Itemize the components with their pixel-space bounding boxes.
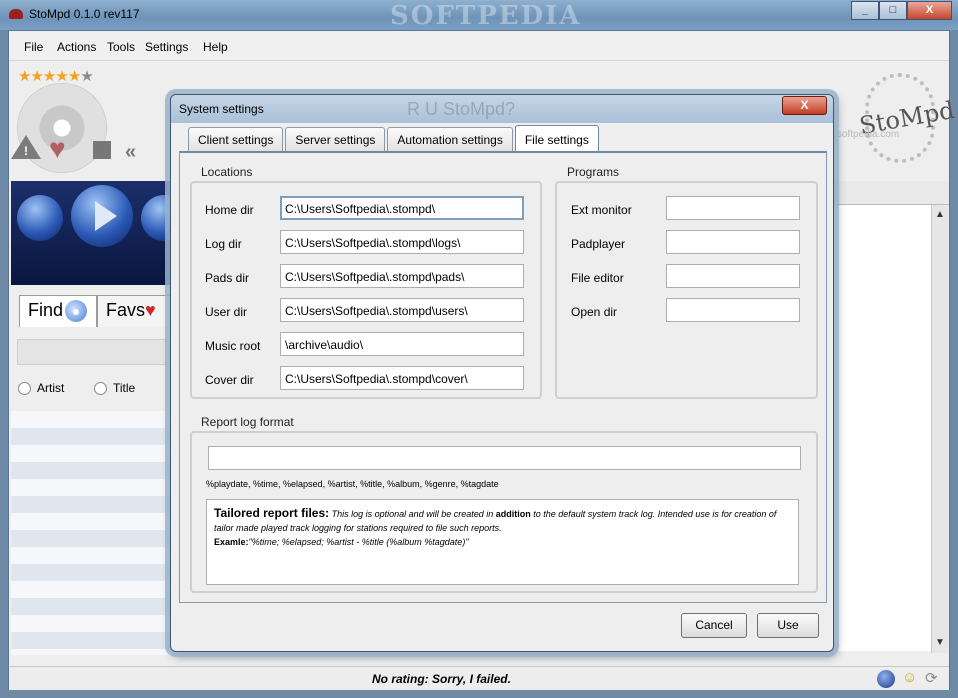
dialog-title: System settings (179, 102, 264, 116)
format-tokens: %playdate, %time, %elapsed, %artist, %ti… (206, 479, 499, 489)
scroll-down-icon[interactable]: ▼ (935, 637, 945, 648)
radio-artist[interactable]: Artist (18, 381, 64, 395)
warning-mark-icon: ! (24, 144, 28, 158)
file-editor-label: File editor (571, 271, 624, 285)
statusbar: No rating: Sorry, I failed. ☺ ⟳ (9, 666, 949, 690)
star-empty-icon[interactable]: ★ (80, 68, 93, 85)
minimize-button[interactable]: _ (851, 1, 879, 20)
menu-actions[interactable]: Actions (57, 40, 96, 54)
use-button[interactable]: Use (757, 613, 819, 638)
open-dir-label: Open dir (571, 305, 618, 319)
heart-icon[interactable]: ♥ (49, 135, 66, 163)
menu-tools[interactable]: Tools (107, 40, 135, 54)
log-dir-label: Log dir (205, 237, 242, 251)
report-log-title: Report log format (201, 415, 294, 429)
results-list[interactable] (11, 411, 173, 655)
search-input[interactable] (17, 339, 173, 365)
locations-title: Locations (201, 165, 253, 179)
open-dir-field[interactable] (666, 298, 800, 322)
ext-monitor-label: Ext monitor (571, 203, 632, 217)
home-dir-field[interactable]: C:\Users\Softpedia\.stompd\ (280, 196, 524, 220)
radio-artist-label: Artist (37, 381, 65, 395)
star-icon[interactable]: ★ (30, 68, 43, 85)
programs-group: Ext monitor Padplayer File editor Open d… (555, 181, 818, 399)
tab-file-settings[interactable]: File settings (514, 125, 599, 151)
dialog-close-button[interactable]: X (782, 96, 827, 115)
padplayer-label: Padplayer (571, 237, 626, 251)
tab-favs-label: Favs (106, 300, 146, 320)
report-info-box: Tailored report files: This log is optio… (206, 499, 799, 585)
pads-dir-field[interactable]: C:\Users\Softpedia\.stompd\pads\ (280, 264, 524, 288)
window-controls: _ □ X (851, 1, 952, 20)
info-title: Tailored report files: (214, 506, 330, 520)
radio-button-icon[interactable] (18, 381, 31, 395)
menubar: File Actions Tools Settings Help (9, 31, 949, 61)
status-message: No rating: Sorry, I failed. (372, 672, 511, 686)
stop-icon[interactable] (93, 141, 111, 159)
programs-title: Programs (567, 165, 620, 179)
menu-settings[interactable]: Settings (145, 40, 188, 54)
menu-help[interactable]: Help (203, 40, 228, 54)
file-editor-field[interactable] (666, 264, 800, 288)
cover-dir-field[interactable]: C:\Users\Softpedia\.stompd\cover\ (280, 366, 524, 390)
scroll-up-icon[interactable]: ▲ (935, 209, 945, 220)
settings-tabs: Client settings Server settings Automati… (188, 125, 601, 151)
pads-dir-label: Pads dir (205, 271, 250, 285)
home-dir-label: Home dir (205, 203, 254, 217)
tab-find[interactable]: Find ● (19, 295, 97, 327)
smiley-icon[interactable]: ☺ (902, 669, 917, 686)
main-window-titlebar[interactable]: StoMpd 0.1.0 rev117 SOFTPEDIA _ □ X (0, 0, 958, 31)
play-button[interactable] (71, 185, 133, 247)
locations-group: Home dir C:\Users\Softpedia\.stompd\ Log… (190, 181, 542, 399)
rating-stars[interactable]: ★★★★★★ (18, 67, 94, 85)
status-ball-icon[interactable] (877, 670, 895, 688)
dialog-ghost-title: R U StoMpd? (407, 99, 516, 119)
previous-button[interactable] (17, 195, 63, 241)
radio-title[interactable]: Title (94, 381, 135, 395)
ext-monitor-field[interactable] (666, 196, 800, 220)
dialog-titlebar[interactable]: System settings R U StoMpd? X (171, 95, 833, 123)
music-root-field[interactable]: \archive\audio\ (280, 332, 524, 356)
report-format-field[interactable] (208, 446, 801, 470)
tab-server-settings[interactable]: Server settings (285, 127, 386, 151)
search-icon: ● (65, 300, 88, 323)
radio-button-icon[interactable] (94, 381, 107, 395)
heart-icon: ♥ (145, 300, 156, 320)
info-text-bold: addition (495, 509, 531, 519)
star-icon[interactable]: ★ (43, 68, 56, 85)
refresh-icon[interactable]: ⟳ (925, 669, 938, 687)
tab-automation-settings[interactable]: Automation settings (387, 127, 513, 151)
cancel-button[interactable]: Cancel (681, 613, 747, 638)
close-button[interactable]: X (907, 1, 952, 20)
star-icon[interactable]: ★ (68, 68, 81, 85)
softpedia-watermark: SOFTPEDIA (390, 1, 582, 31)
tab-client-settings[interactable]: Client settings (188, 127, 284, 151)
maximize-button[interactable]: □ (879, 1, 907, 20)
cover-dir-label: Cover dir (205, 373, 254, 387)
example-value: "%time; %elapsed; %artist - %title (%alb… (248, 537, 469, 547)
player-controls (11, 181, 187, 285)
star-icon[interactable]: ★ (18, 68, 31, 85)
play-icon (95, 201, 117, 231)
playlist-list[interactable] (833, 205, 933, 651)
tab-favs[interactable]: Favs♥ (97, 295, 172, 327)
log-dir-field[interactable]: C:\Users\Softpedia\.stompd\logs\ (280, 230, 524, 254)
window-title: StoMpd 0.1.0 rev117 (29, 7, 140, 21)
user-dir-label: User dir (205, 305, 248, 319)
system-settings-dialog: System settings R U StoMpd? X Client set… (170, 94, 834, 652)
app-icon (9, 9, 23, 19)
rewind-icon[interactable]: « (125, 141, 136, 164)
music-root-label: Music root (205, 339, 261, 353)
playlist-header (833, 181, 949, 205)
tab-find-label: Find (28, 300, 64, 320)
radio-title-label: Title (113, 381, 136, 395)
info-text-1: This log is optional and will be created… (329, 509, 496, 519)
playlist-scrollbar[interactable]: ▲ ▼ (931, 205, 948, 653)
example-label: Examle: (214, 537, 249, 547)
padplayer-field[interactable] (666, 230, 800, 254)
user-dir-field[interactable]: C:\Users\Softpedia\.stompd\users\ (280, 298, 524, 322)
file-settings-panel: Locations Home dir C:\Users\Softpedia\.s… (179, 151, 827, 603)
menu-file[interactable]: File (24, 40, 43, 54)
